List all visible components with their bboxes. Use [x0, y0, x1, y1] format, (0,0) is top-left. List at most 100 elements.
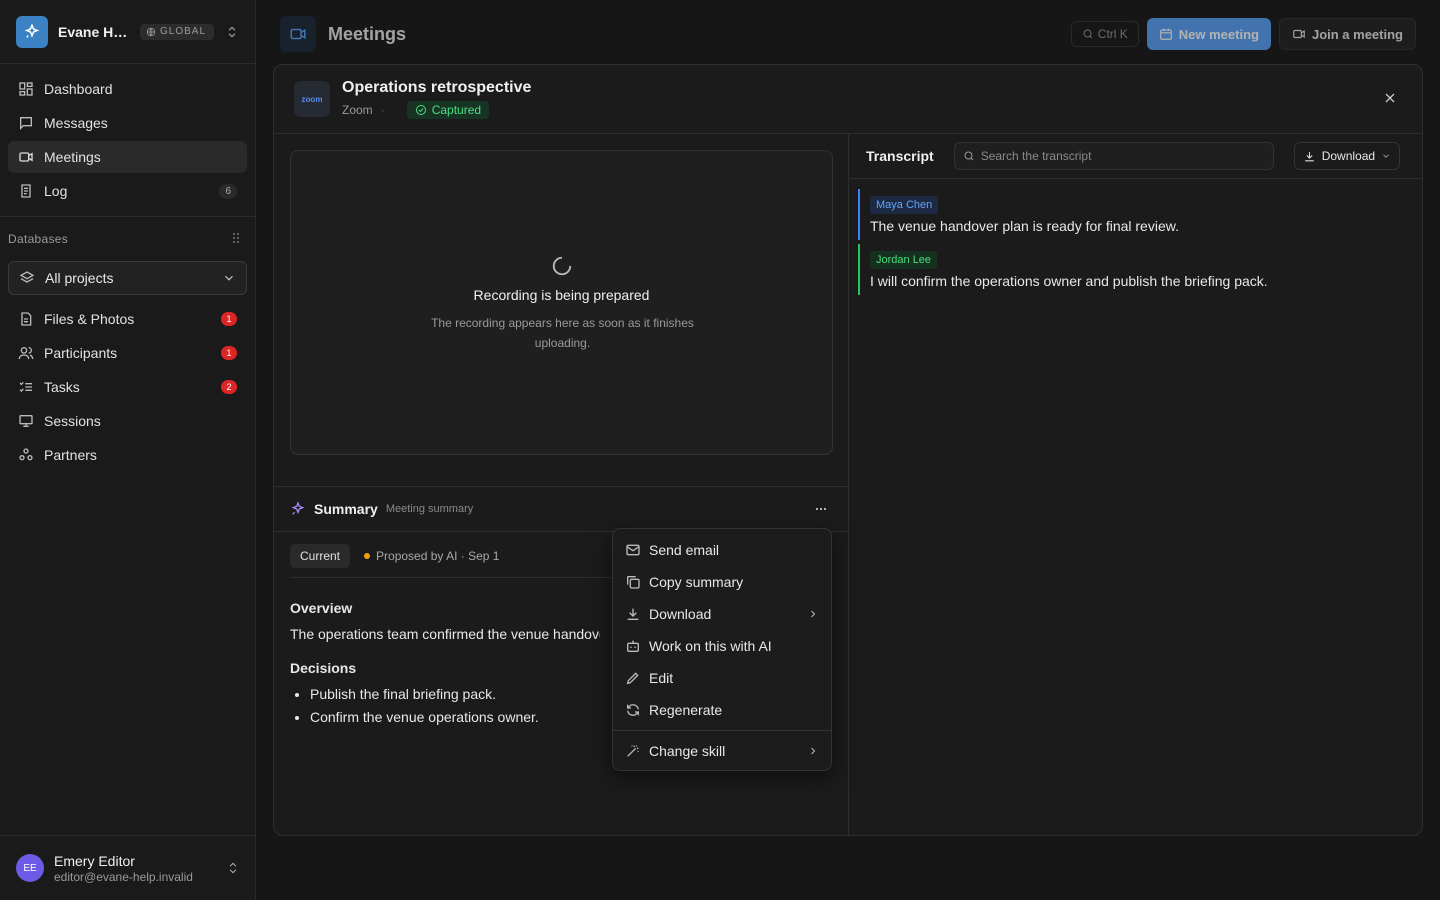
checklist-icon: [19, 381, 32, 392]
menu-item-regenerate[interactable]: Regenerate: [617, 694, 827, 726]
wand-icon: [627, 745, 639, 757]
databases-heading: Databases: [0, 219, 255, 259]
db-item-label: Sessions: [44, 413, 101, 429]
transcript-header: Transcript Download: [850, 134, 1422, 179]
list-item: Publish the final briefing pack.: [310, 686, 600, 702]
globe-icon: [146, 27, 156, 36]
db-item-participants[interactable]: Participants 1: [8, 337, 247, 369]
menu-item-copy-summary[interactable]: Copy summary: [617, 566, 827, 598]
transcript-download-button[interactable]: Download: [1293, 142, 1401, 170]
download-label: Download: [1321, 149, 1376, 163]
menu-item-label: Work on this with AI: [649, 638, 772, 654]
chevron-right-icon: [807, 745, 819, 757]
utterance-text: I will confirm the operations owner and …: [870, 273, 1268, 289]
db-item-files-photos[interactable]: Files & Photos 1: [8, 303, 247, 335]
menu-divider: [613, 730, 831, 731]
project-select[interactable]: All projects: [8, 261, 247, 295]
recording-description: The recording appears here as soon as it…: [431, 316, 694, 350]
workspace-switcher[interactable]: Evane Help GLOBAL: [0, 0, 255, 64]
transcript-utterance[interactable]: Jordan Lee I will confirm the operations…: [858, 244, 1408, 295]
speaker-label: Jordan Lee: [870, 251, 938, 269]
nav-item-messages[interactable]: Messages: [8, 107, 247, 139]
search-icon: [964, 151, 974, 161]
recording-title: Recording is being prepared: [473, 287, 650, 303]
more-options-icon[interactable]: [813, 501, 829, 517]
nav-item-log[interactable]: Log 6: [8, 175, 247, 207]
drag-handle-icon[interactable]: [231, 232, 241, 247]
db-item-sessions[interactable]: Sessions: [8, 405, 247, 437]
chevrons-up-down-icon[interactable]: [226, 861, 240, 875]
transcript-pane: Transcript Download Maya Chen The venue …: [850, 134, 1422, 835]
menu-item-change-skill[interactable]: Change skill: [617, 735, 827, 767]
bot-icon: [627, 640, 639, 652]
status-badge: Captured: [406, 101, 490, 119]
workspace-logo-icon: [16, 15, 48, 48]
db-item-label: Partners: [44, 447, 97, 463]
menu-item-label: Regenerate: [649, 702, 723, 718]
file-icon: [21, 312, 32, 326]
main-nav: Dashboard Messages Meetings Log 6: [0, 64, 255, 217]
meeting-detail-modal: zoom Operations retrospective Zoom · Cap…: [273, 64, 1423, 836]
workspace-badge-label: GLOBAL: [160, 26, 207, 37]
monitor-icon: [19, 415, 33, 427]
summary-title: Summary: [314, 501, 378, 517]
menu-item-label: Send email: [649, 542, 720, 558]
menu-item-label: Edit: [649, 670, 674, 686]
db-item-partners[interactable]: Partners: [8, 439, 247, 471]
layers-icon: [19, 271, 35, 283]
db-item-tasks[interactable]: Tasks 2: [8, 371, 247, 403]
menu-item-label: Download: [649, 606, 712, 622]
db-count-badge: 2: [221, 380, 237, 394]
project-select-value: All projects: [45, 270, 114, 286]
mail-icon: [626, 544, 640, 556]
log-count-badge: 6: [219, 183, 237, 199]
sidebar: Evane Help GLOBAL Dashboard Messages Mee…: [0, 0, 256, 900]
user-menu[interactable]: EE Emery Editor editor@evane-help.invali…: [0, 835, 256, 900]
loading-spinner-icon: [552, 256, 572, 276]
menu-item-download[interactable]: Download: [617, 598, 827, 630]
nav-item-dashboard[interactable]: Dashboard: [8, 73, 247, 105]
chevron-down-icon: [1383, 154, 1389, 158]
db-item-label: Files & Photos: [44, 311, 135, 327]
message-icon: [20, 117, 32, 130]
summary-subtitle: Meeting summary: [385, 503, 474, 515]
db-count-badge: 1: [221, 312, 237, 326]
user-info: Emery Editor editor@evane-help.invalid: [54, 853, 193, 884]
chevrons-up-down-icon[interactable]: [225, 25, 239, 39]
summary-content: Overview The operations team confirmed t…: [290, 590, 600, 732]
video-icon: [19, 152, 33, 162]
users-icon: [18, 347, 34, 360]
sparkles-icon: [291, 501, 305, 515]
decisions-heading: Decisions: [290, 660, 357, 676]
meeting-meta: Zoom · Captured: [342, 101, 531, 119]
user-email: editor@evane-help.invalid: [54, 869, 193, 884]
nav-item-meetings[interactable]: Meetings: [8, 141, 247, 173]
summary-options-menu: Send email Copy summary Download Work on…: [612, 528, 832, 771]
transcript-search: [953, 142, 1274, 170]
menu-item-label: Copy summary: [649, 574, 744, 590]
check-circle-icon: [415, 105, 426, 115]
zoom-logo: zoom: [294, 81, 330, 117]
user-name: Emery Editor: [54, 852, 135, 869]
transcript-search-input[interactable]: [980, 149, 1261, 163]
workspace-scope-badge: GLOBAL: [140, 23, 215, 40]
modal-titles: Operations retrospective Zoom · Captured: [342, 79, 531, 119]
databases-heading-label: Databases: [8, 232, 69, 246]
log-icon: [21, 184, 31, 198]
menu-item-edit[interactable]: Edit: [617, 662, 827, 694]
copy-icon: [627, 576, 640, 589]
version-ai-label: Proposed by AI · Sep 1: [376, 549, 500, 563]
database-list: Files & Photos 1 Participants 1 Tasks 2 …: [0, 303, 255, 471]
menu-item-send-email[interactable]: Send email: [617, 534, 827, 566]
version-ai-tab[interactable]: Proposed by AI · Sep 1: [364, 544, 499, 568]
nav-label: Dashboard: [44, 81, 113, 97]
overview-heading: Overview: [290, 600, 353, 616]
partners-icon: [19, 448, 33, 461]
nav-label: Log: [44, 183, 68, 199]
version-current-tab[interactable]: Current: [290, 544, 351, 568]
close-icon[interactable]: [1382, 90, 1398, 106]
transcript-utterance[interactable]: Maya Chen The venue handover plan is rea…: [858, 189, 1408, 240]
meeting-title: Operations retrospective: [342, 79, 532, 96]
menu-item-work-with-ai[interactable]: Work on this with AI: [617, 630, 827, 662]
list-item: Confirm the venue operations owner.: [310, 709, 600, 725]
